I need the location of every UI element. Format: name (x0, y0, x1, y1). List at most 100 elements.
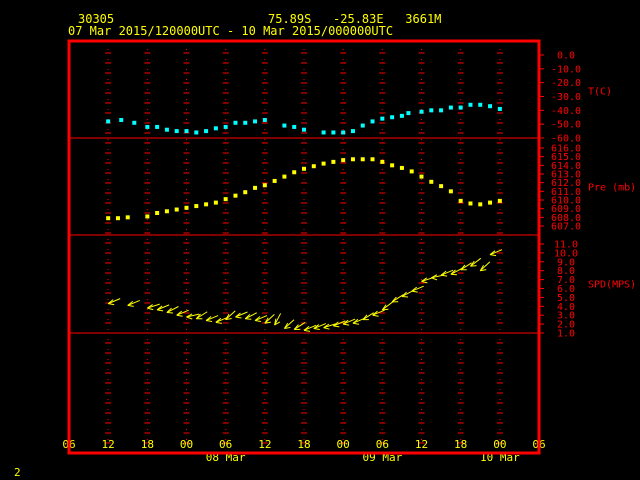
pressure-point (223, 197, 228, 202)
pressure-point (478, 202, 483, 207)
x-tick-label: 06 (376, 438, 389, 451)
pressure-point (204, 202, 209, 207)
pressure-point (282, 174, 287, 179)
pressure-point (399, 165, 404, 170)
wind-arrow (127, 299, 140, 307)
wind-arrow-head (108, 303, 115, 306)
pressure-point (115, 216, 120, 221)
wind-arrow-head (206, 320, 213, 323)
wind-arrow (195, 311, 208, 320)
pressure-point (243, 190, 248, 195)
wind-arrow-shaft (107, 298, 121, 305)
pressure-point (125, 215, 130, 220)
pressure-point (390, 163, 395, 168)
pressure-point (292, 170, 297, 175)
temperature-point (406, 111, 411, 116)
pressure-point (370, 157, 375, 162)
temperature-point (155, 124, 160, 129)
pressure-point (213, 200, 218, 205)
wind-arrow (225, 310, 236, 321)
wind-arrow (205, 315, 219, 323)
wind-arrow-shaft (411, 285, 424, 292)
wind-arrow-head (157, 309, 164, 312)
temperature-point (380, 116, 385, 121)
wind-arrow-head (303, 329, 311, 332)
wind-arrow-head (401, 296, 409, 298)
wind-arrow-shaft (205, 315, 219, 322)
x-tick-label: 18 (454, 438, 467, 451)
wind-arrow-head (450, 273, 457, 276)
pressure-point (360, 157, 365, 162)
wind-arrow (166, 306, 179, 314)
wind-arrow-head (343, 323, 350, 326)
pressure-point (145, 214, 150, 219)
x-tick-label: 00 (493, 438, 506, 451)
temperature-point (223, 124, 228, 129)
y-tick-label: -40.0 (551, 106, 581, 117)
wind-arrow-head (176, 314, 183, 317)
pressure-point (429, 179, 434, 184)
temperature-point (106, 119, 111, 124)
wind-arrow-head (431, 277, 438, 281)
pressure-point (341, 158, 346, 163)
pressure-point (311, 164, 316, 169)
wind-arrow-shaft (127, 299, 140, 306)
pressure-point (233, 193, 238, 198)
pressure-point (439, 184, 444, 189)
page-number: 2 (14, 466, 21, 479)
y-tick-label: 0.0 (557, 51, 575, 62)
temperature-point (478, 102, 483, 107)
temperature-point (243, 120, 248, 125)
pressure-point (184, 205, 189, 210)
pressure-point (164, 209, 169, 214)
temperature-point (282, 123, 287, 128)
wind-arrow-head (352, 322, 360, 325)
pressure-point (497, 198, 502, 203)
temperature-point (399, 113, 404, 118)
pressure-point (272, 178, 277, 183)
temperature-point (119, 118, 124, 123)
wind-arrow-head (313, 328, 320, 331)
wind-arrow (342, 318, 356, 326)
x-tick-label: 18 (141, 438, 154, 451)
temperature-point (253, 119, 258, 124)
pressure-point (331, 159, 336, 164)
temperature-point (488, 104, 493, 109)
temperature-point (439, 108, 444, 113)
wind-arrow-head (235, 316, 242, 319)
y-tick-label: -30.0 (551, 92, 581, 103)
pressure-point (262, 183, 267, 188)
temperature-point (458, 105, 463, 110)
temperature-point (302, 127, 306, 132)
pressure-point (194, 204, 199, 209)
x-tick-label: 12 (415, 438, 428, 451)
panel-label: SPD(MPS) (588, 280, 636, 291)
wind-arrow-head (215, 321, 222, 324)
meteogram-chart: 0.0-10.0-20.0-30.0-40.0-50.0-60.0616.061… (62, 39, 636, 464)
wind-arrow (254, 315, 268, 323)
pressure-point (155, 211, 160, 215)
y-tick-label: -10.0 (551, 64, 581, 75)
panel-label: Pre (mb) (588, 183, 636, 194)
wind-arrow-head (333, 325, 340, 328)
wind-arrow-head (441, 274, 448, 277)
wind-arrow-head (186, 316, 193, 320)
y-axis-ticks: 0.0-10.0-20.0-30.0-40.0-50.0-60.0616.061… (539, 51, 581, 340)
wind-arrow-head (323, 327, 330, 330)
y-tick-label: 1.0 (557, 329, 575, 340)
pressure-point (174, 207, 179, 212)
temperature-point (174, 129, 179, 134)
pressure-point (350, 157, 355, 162)
x-tick-label: 12 (258, 438, 271, 451)
wind-arrow (479, 261, 491, 272)
temperature-point (184, 129, 189, 134)
wind-arrow-shaft (235, 311, 248, 318)
wind-arrow (283, 319, 295, 330)
pressure-point (468, 201, 473, 206)
temperature-point (497, 106, 502, 111)
temperature-point (145, 124, 150, 129)
wind-arrow (244, 312, 258, 320)
x-tick-label: 00 (180, 438, 193, 451)
temperature-point (448, 105, 453, 110)
pressure-point (321, 161, 326, 166)
